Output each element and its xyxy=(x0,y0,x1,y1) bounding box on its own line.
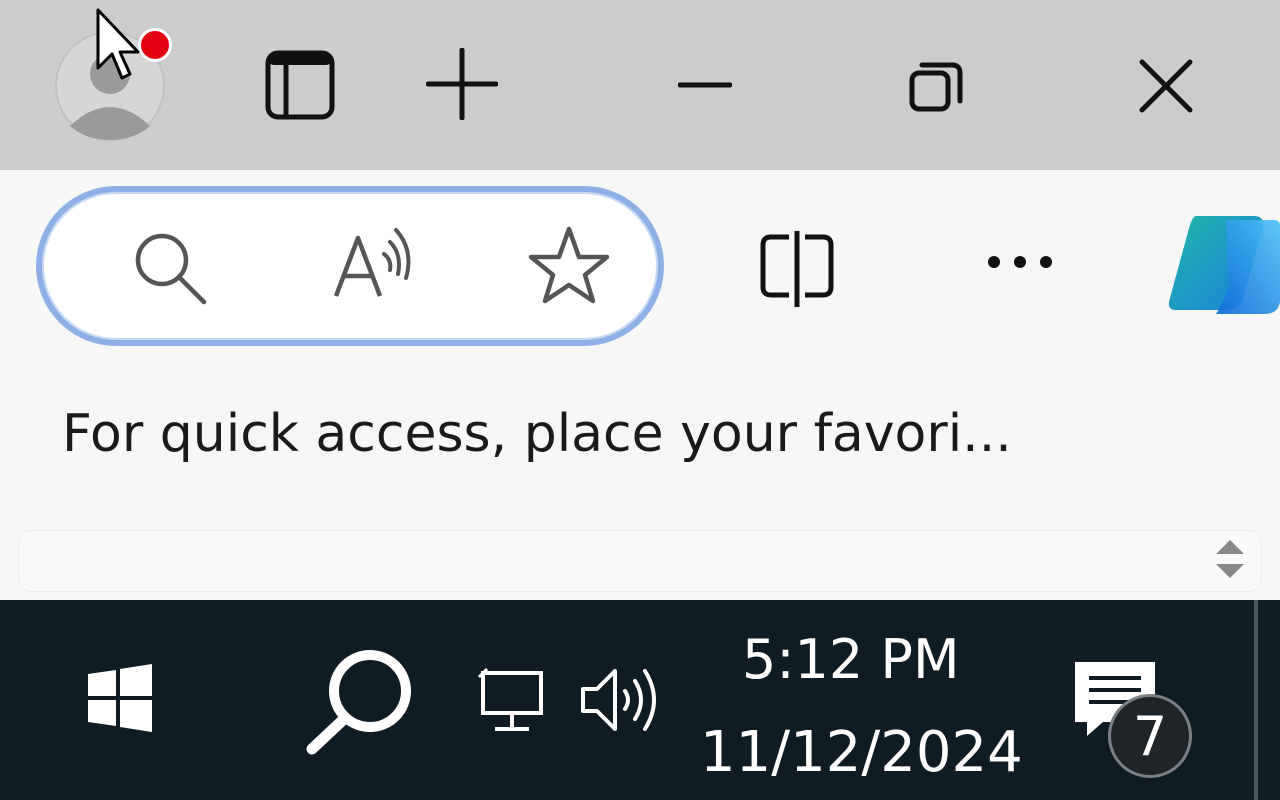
browser-toolbar xyxy=(0,170,1280,360)
favorite-button[interactable] xyxy=(526,224,612,306)
network-icon xyxy=(477,667,543,731)
split-screen-icon xyxy=(760,231,834,307)
clock-date[interactable]: 11/12/2024 xyxy=(700,720,1023,785)
search-button[interactable] xyxy=(130,228,210,308)
search-icon xyxy=(135,233,207,305)
taskbar xyxy=(0,600,1280,800)
more-options-button[interactable] xyxy=(982,250,1058,274)
taskbar-edge-divider xyxy=(1254,600,1258,800)
close-icon xyxy=(1139,59,1193,113)
start-button[interactable] xyxy=(84,662,156,734)
profile-notification-dot xyxy=(138,28,172,62)
restore-button[interactable] xyxy=(906,58,966,114)
clock-time[interactable]: 5:12 PM xyxy=(742,628,960,691)
volume-icon xyxy=(581,669,656,731)
split-screen-button[interactable] xyxy=(756,230,838,308)
minimize-button[interactable] xyxy=(676,74,734,96)
read-aloud-icon xyxy=(333,228,411,297)
title-bar xyxy=(0,0,1280,170)
network-button[interactable] xyxy=(476,666,546,736)
notification-count-badge: 7 xyxy=(1108,694,1192,778)
vertical-tabs-button[interactable] xyxy=(262,48,338,122)
windows-start-icon xyxy=(88,664,152,732)
taskbar-search-button[interactable] xyxy=(302,646,418,756)
scroll-updown-icon[interactable] xyxy=(1210,536,1250,582)
mouse-cursor-icon xyxy=(96,8,140,80)
new-tab-button[interactable] xyxy=(424,46,500,122)
read-aloud-button[interactable] xyxy=(330,226,414,302)
copilot-button[interactable] xyxy=(1166,210,1280,320)
copilot-icon xyxy=(1168,216,1280,314)
favorites-scroll-area xyxy=(18,530,1262,592)
sidebar-panel-icon xyxy=(265,50,335,120)
favorites-bar-message: For quick access, place your favori... xyxy=(62,404,1012,464)
more-ellipsis-icon xyxy=(988,256,1052,268)
plus-icon xyxy=(426,48,498,120)
minimize-icon xyxy=(678,82,732,88)
volume-button[interactable] xyxy=(578,662,664,738)
close-button[interactable] xyxy=(1136,56,1196,116)
favorite-star-icon xyxy=(528,226,610,304)
taskbar-search-icon xyxy=(306,650,411,755)
restore-icon xyxy=(909,62,963,112)
